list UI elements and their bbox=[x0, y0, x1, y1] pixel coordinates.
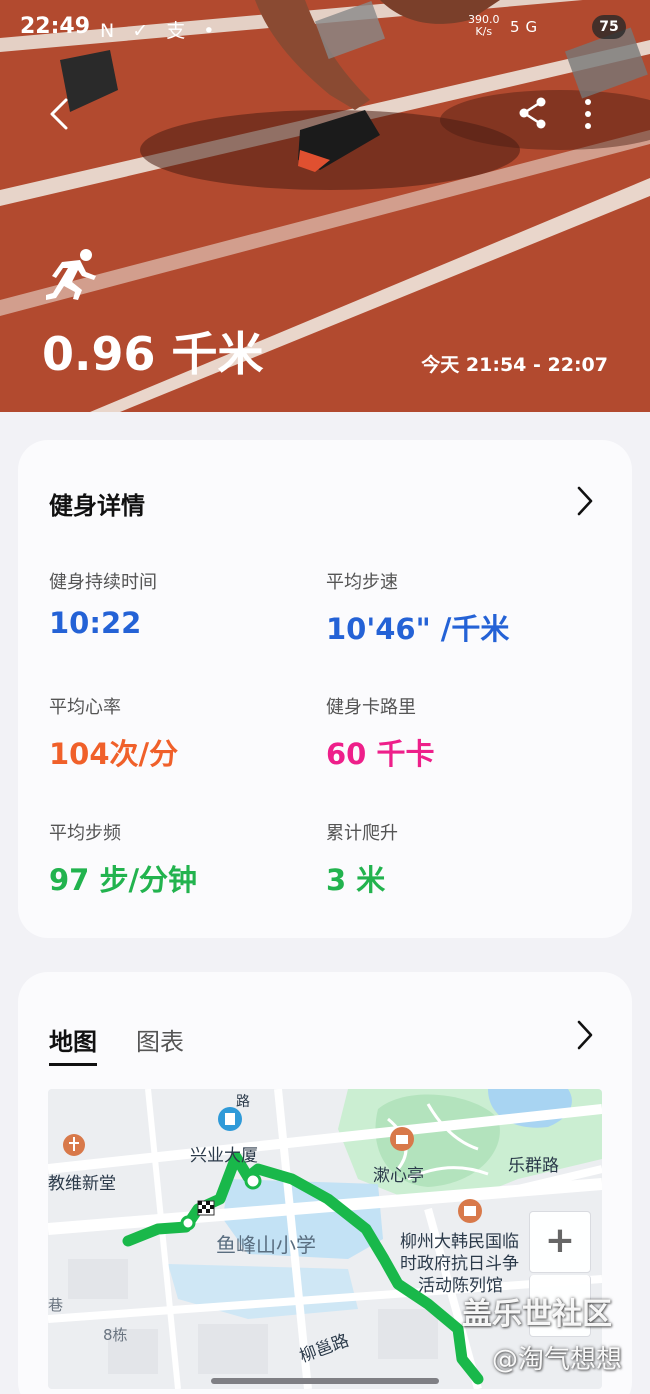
tab-chart[interactable]: 图表 bbox=[136, 1022, 184, 1057]
notification-icons: N ✓ 支 • bbox=[100, 20, 221, 42]
status-time: 22:49 bbox=[20, 14, 91, 39]
chevron-right-icon[interactable] bbox=[574, 484, 596, 518]
map-label-road: 乐群路 bbox=[508, 1156, 559, 1176]
tab-map[interactable]: 地图 bbox=[49, 1022, 97, 1066]
stat-calories: 健身卡路里 60 千卡 bbox=[326, 697, 435, 771]
network-speed: 390.0 K/s bbox=[468, 13, 500, 38]
running-icon bbox=[46, 249, 96, 300]
map-label-road-top: 路 bbox=[236, 1094, 250, 1110]
workout-time-range: 今天 21:54 - 22:07 bbox=[421, 354, 608, 376]
stat-avg-cadence: 平均步频 97 步/分钟 bbox=[49, 823, 198, 897]
watermark-community: 盖乐世社区 bbox=[462, 1297, 612, 1332]
stat-duration: 健身持续时间 10:22 bbox=[49, 572, 157, 640]
stat-elevation-gain: 累计爬升 3 米 bbox=[326, 823, 398, 897]
stat-avg-heart-rate: 平均心率 104次/分 bbox=[49, 697, 179, 771]
map-label-lane: 巷 bbox=[48, 1296, 64, 1314]
zoom-in-button[interactable]: + bbox=[529, 1211, 591, 1273]
workout-details-card[interactable]: 健身详情 健身持续时间 10:22 平均步速 10'46" /千米 平均心率 1… bbox=[18, 440, 632, 938]
hero-banner: 22:49 N ✓ 支 • 390.0 K/s 5G 75 0.96 千米 今天… bbox=[0, 0, 650, 412]
signal-icon: 5G bbox=[510, 18, 544, 36]
map-label-building: 兴业大厦 bbox=[190, 1146, 258, 1166]
distance-value: 0.96 千米 bbox=[42, 327, 264, 381]
back-arrow-icon[interactable] bbox=[44, 94, 78, 134]
stat-avg-pace: 平均步速 10'46" /千米 bbox=[326, 572, 510, 646]
battery-icon: 75 bbox=[592, 15, 626, 39]
home-indicator[interactable] bbox=[211, 1378, 439, 1384]
share-icon[interactable] bbox=[517, 96, 549, 130]
map-label-pavilion: 漱心亭 bbox=[373, 1166, 424, 1186]
status-bar: 22:49 N ✓ 支 • 390.0 K/s 5G 75 bbox=[0, 12, 650, 46]
map-label-church: 教维新堂 bbox=[48, 1174, 116, 1194]
chevron-right-icon[interactable] bbox=[574, 1018, 596, 1052]
watermark-author: @淘气想想 bbox=[492, 1345, 623, 1375]
map-label-school: 鱼峰山小学 bbox=[216, 1233, 316, 1257]
map-label-building-8: 8栋 bbox=[103, 1326, 128, 1344]
more-options-icon[interactable] bbox=[576, 96, 600, 132]
card-title: 健身详情 bbox=[49, 492, 145, 520]
